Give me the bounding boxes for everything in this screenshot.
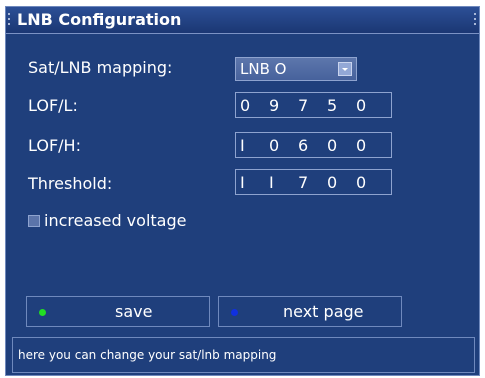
lof-l-digit: 0 xyxy=(356,95,367,115)
lof-h-digit: 0 xyxy=(327,135,338,155)
green-dot-icon xyxy=(39,309,46,316)
increased-voltage-label: increased voltage xyxy=(44,211,187,230)
lof-h-digit: I xyxy=(240,135,245,155)
threshold-digit: I xyxy=(240,172,245,192)
lof-l-label: LOF/L: xyxy=(28,96,78,115)
threshold-digit: 0 xyxy=(356,172,367,192)
threshold-label: Threshold: xyxy=(28,174,113,193)
blue-dot-icon xyxy=(231,309,238,316)
threshold-digit: I xyxy=(269,172,274,192)
lof-h-digit: 0 xyxy=(356,135,367,155)
lof-l-digit: 5 xyxy=(327,95,338,115)
next-page-button[interactable]: next page xyxy=(218,296,402,327)
lof-h-digit: 6 xyxy=(298,135,309,155)
help-text: here you can change your sat/lnb mapping xyxy=(18,348,277,362)
lof-h-label: LOF/H: xyxy=(28,136,81,155)
threshold-input[interactable]: I I 7 0 0 xyxy=(235,169,392,195)
increased-voltage-checkbox[interactable] xyxy=(28,215,40,227)
lnb-configuration-window: LNB Configuration Sat/LNB mapping: LNB O… xyxy=(5,6,480,376)
save-button-label: save xyxy=(115,302,153,321)
lof-l-input[interactable]: 0 9 7 5 0 xyxy=(235,92,392,118)
lof-l-digit: 9 xyxy=(269,95,280,115)
lof-h-input[interactable]: I 0 6 0 0 xyxy=(235,132,392,158)
lof-l-digit: 0 xyxy=(240,95,251,115)
grip-icon xyxy=(474,13,477,29)
chevron-down-icon[interactable] xyxy=(338,62,352,76)
sat-lnb-mapping-value: LNB O xyxy=(240,60,287,78)
save-button[interactable]: save xyxy=(26,296,210,327)
threshold-digit: 0 xyxy=(327,172,338,192)
threshold-digit: 7 xyxy=(298,172,309,192)
lof-l-digit: 7 xyxy=(298,95,309,115)
sat-lnb-mapping-label: Sat/LNB mapping: xyxy=(28,58,173,77)
sat-lnb-mapping-select[interactable]: LNB O xyxy=(235,57,357,81)
window-title: LNB Configuration xyxy=(17,10,182,29)
grip-icon xyxy=(8,13,11,29)
title-bar: LNB Configuration xyxy=(6,7,479,34)
lof-h-digit: 0 xyxy=(269,135,280,155)
next-page-button-label: next page xyxy=(283,302,364,321)
help-status-bar: here you can change your sat/lnb mapping xyxy=(12,337,475,373)
